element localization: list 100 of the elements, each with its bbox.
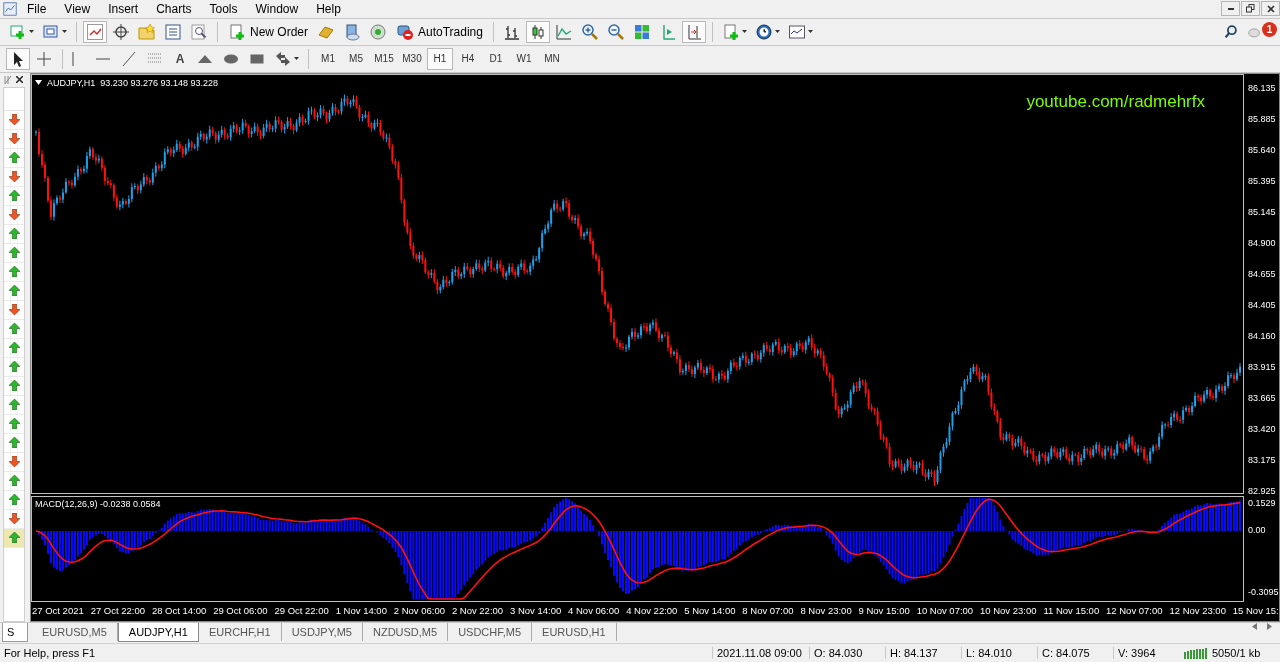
timeframe-button[interactable]: M30 [399,47,425,70]
status-time: 2021.11.08 09:00 [712,647,809,659]
navigator-tab[interactable]: S [2,623,28,643]
price-axis-label: 84.655 [1248,268,1276,279]
time-axis-label: 3 Nov 14:00 [509,605,562,617]
chart-tab[interactable]: USDJPY,M5 [281,623,363,642]
menu-item[interactable]: Help [307,1,350,16]
menu-item[interactable]: Insert [99,1,148,16]
vertical-line-icon [72,51,74,66]
time-axis-label: 2 Nov 06:00 [393,605,445,617]
scroll-right-icon[interactable] [1267,623,1272,631]
down-arrow-icon [8,209,20,221]
chart-window-icon [787,22,806,41]
price-axis-label: 82.925 [1248,485,1276,496]
time-axis-label: 11 Nov 15:00 [1043,605,1100,617]
time-axis-label: 5 Nov 14:00 [684,605,736,617]
time-axis-label: 9 Nov 15:00 [858,605,910,617]
messages-button[interactable]: 1 [1244,20,1278,43]
down-arrow-icon [8,171,20,183]
close-icon [16,76,23,84]
down-arrow-icon [8,304,20,316]
price-axis-label: 84.405 [1248,299,1276,310]
chart-tab[interactable]: AUDJPY,H1 [117,623,199,643]
chart-tab[interactable]: NZDUSD,M5 [362,623,449,642]
signal-icon [369,22,387,41]
connection-bars-icon [1184,647,1208,659]
timeframe-button[interactable]: M1 [315,47,341,70]
server-icon [343,22,361,41]
time-axis-label: 4 Nov 22:00 [626,605,678,617]
line-chart-icon [554,22,573,41]
timeframe-button[interactable]: H1 [427,47,453,70]
status-traffic: 5050/1 kb [1211,647,1262,659]
menu-item[interactable]: Window [246,1,308,16]
status-open: O: 84.030 [809,647,885,659]
document-plus-icon [721,22,740,41]
stop-badge-icon [396,22,414,41]
price-axis-label: 84.160 [1248,330,1276,341]
time-axis-label: 8 Nov 23:00 [800,605,852,617]
price-axis-label: 83.665 [1248,392,1276,403]
chart-tab[interactable]: EURUSD,H1 [532,623,617,642]
indicator-axis-label: 0.1529 [1248,497,1276,508]
indicator-label: MACD(12,26,9) -0.0238 0.0584 [35,498,161,509]
close-button[interactable] [1261,1,1280,17]
timeframe-button[interactable]: M5 [343,47,369,70]
time-axis-label: 27 Oct 2021 [32,605,84,617]
chart-tab[interactable]: EURCHF,H1 [198,623,282,642]
toolbar-button[interactable] [6,47,30,70]
menu-item[interactable]: Tools [200,1,247,16]
price-axis-label: 85.640 [1248,144,1276,155]
timeframe-button[interactable]: H4 [455,47,481,70]
chart-symbol-label: AUDJPY,H1 93.230 93.276 93.148 93.228 [47,77,218,88]
timeframe-button[interactable]: W1 [511,47,537,70]
status-volume: V: 3964 [1113,647,1184,659]
scroll-left-icon[interactable] [1252,623,1257,631]
status-low: L: 84.010 [961,647,1037,659]
caret-icon [29,30,34,34]
price-axis-label: 85.395 [1248,175,1276,186]
up-arrow-icon [8,437,20,449]
timeframe-button[interactable]: M15 [371,47,397,70]
clock-icon [754,22,773,41]
crosshair-icon [112,22,130,41]
text-tool-button[interactable]: A [169,47,191,70]
caret-icon [741,30,747,34]
new-order-button[interactable]: New Order [224,20,312,43]
minimize-icon [1227,7,1234,10]
time-axis-label: 12 Nov 23:00 [1169,605,1226,617]
list-icon [164,22,182,41]
minimize-button[interactable] [1221,1,1240,17]
price-axis-label: 86.135 [1248,82,1276,93]
up-arrow-icon [8,285,20,297]
up-arrow-icon [8,247,20,259]
down-arrow-icon [8,456,20,468]
restore-button[interactable] [1241,1,1260,17]
price-axis-label: 83.175 [1248,454,1276,465]
price-axis-label: 85.145 [1248,206,1276,217]
trend-line-icon [120,49,138,68]
menu-item[interactable]: View [55,1,100,16]
down-arrow-icon [8,133,20,145]
up-arrow-icon [8,266,20,278]
time-axis-label: 10 Nov 23:00 [980,605,1037,617]
timeframe-button[interactable]: MN [539,47,565,70]
restore-icon [1246,4,1255,14]
up-arrow-icon [8,323,20,335]
document-plus-icon [228,22,246,41]
chart-tab[interactable]: USDCHF,M5 [448,623,533,642]
menu-item[interactable]: Charts [147,1,201,16]
up-arrow-icon [8,152,20,164]
time-axis-label: 29 Oct 22:00 [274,605,329,617]
time-axis-label: 1 Nov 14:00 [335,605,387,617]
tile-windows-icon [632,22,651,41]
menu-item[interactable]: File [18,1,56,16]
up-arrow-icon [8,418,20,430]
status-help-text: For Help, press F1 [3,647,97,659]
indicator-axis-label: -0.3095 [1248,586,1279,597]
arrows-icon [274,49,292,68]
timeframe-button[interactable]: D1 [483,47,509,70]
chart-tab[interactable]: EURUSD,M5 [32,623,118,642]
up-arrow-icon [8,342,20,354]
autotrading-button[interactable]: AutoTrading [392,20,487,43]
notification-badge: 1 [1262,21,1277,37]
